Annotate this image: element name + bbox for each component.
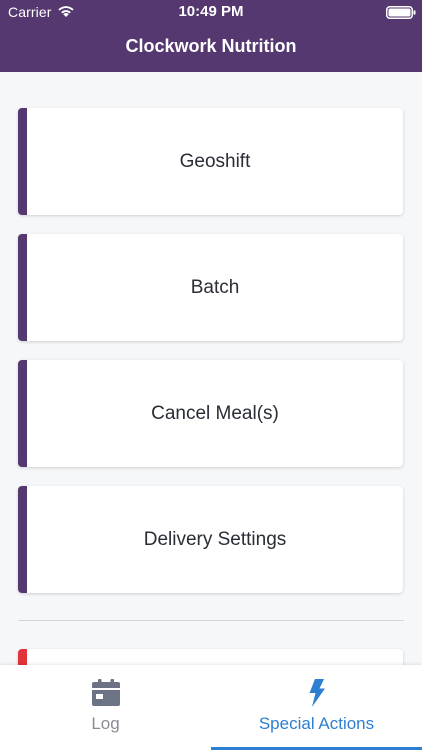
section-divider — [18, 620, 404, 621]
geoshift-button[interactable]: Geoshift — [18, 108, 403, 215]
card-accent-bar — [18, 649, 27, 665]
battery-icon — [386, 6, 416, 19]
tab-special-actions[interactable]: Special Actions — [211, 665, 422, 750]
partially-visible-action-card[interactable] — [18, 649, 403, 665]
delivery-settings-button[interactable]: Delivery Settings — [18, 486, 403, 593]
app-header: Carrier 10:49 PM Clockwork Nutrition — [0, 0, 422, 72]
calendar-icon — [91, 679, 120, 706]
card-accent-bar — [18, 486, 27, 593]
tab-log[interactable]: Log — [0, 665, 211, 750]
status-time: 10:49 PM — [178, 3, 244, 20]
status-bar: Carrier 10:49 PM — [0, 0, 422, 24]
card-accent-bar — [18, 360, 27, 467]
geoshift-label: Geoshift — [179, 150, 251, 172]
page-title: Clockwork Nutrition — [125, 36, 297, 56]
card-accent-bar — [18, 234, 27, 341]
tab-special-actions-label: Special Actions — [258, 714, 375, 733]
cancel-meals-label: Cancel Meal(s) — [151, 402, 279, 424]
bottom-tab-bar: Log Special Actions — [0, 665, 422, 750]
lightning-bolt-icon — [309, 679, 325, 707]
delivery-settings-label: Delivery Settings — [143, 528, 287, 550]
special-actions-list: Geoshift Batch Cancel Meal(s) Delivery S… — [0, 72, 422, 665]
batch-button[interactable]: Batch — [18, 234, 403, 341]
tab-log-label: Log — [91, 714, 120, 733]
cancel-meals-button[interactable]: Cancel Meal(s) — [18, 360, 403, 467]
batch-label: Batch — [190, 276, 240, 298]
card-accent-bar — [18, 108, 27, 215]
